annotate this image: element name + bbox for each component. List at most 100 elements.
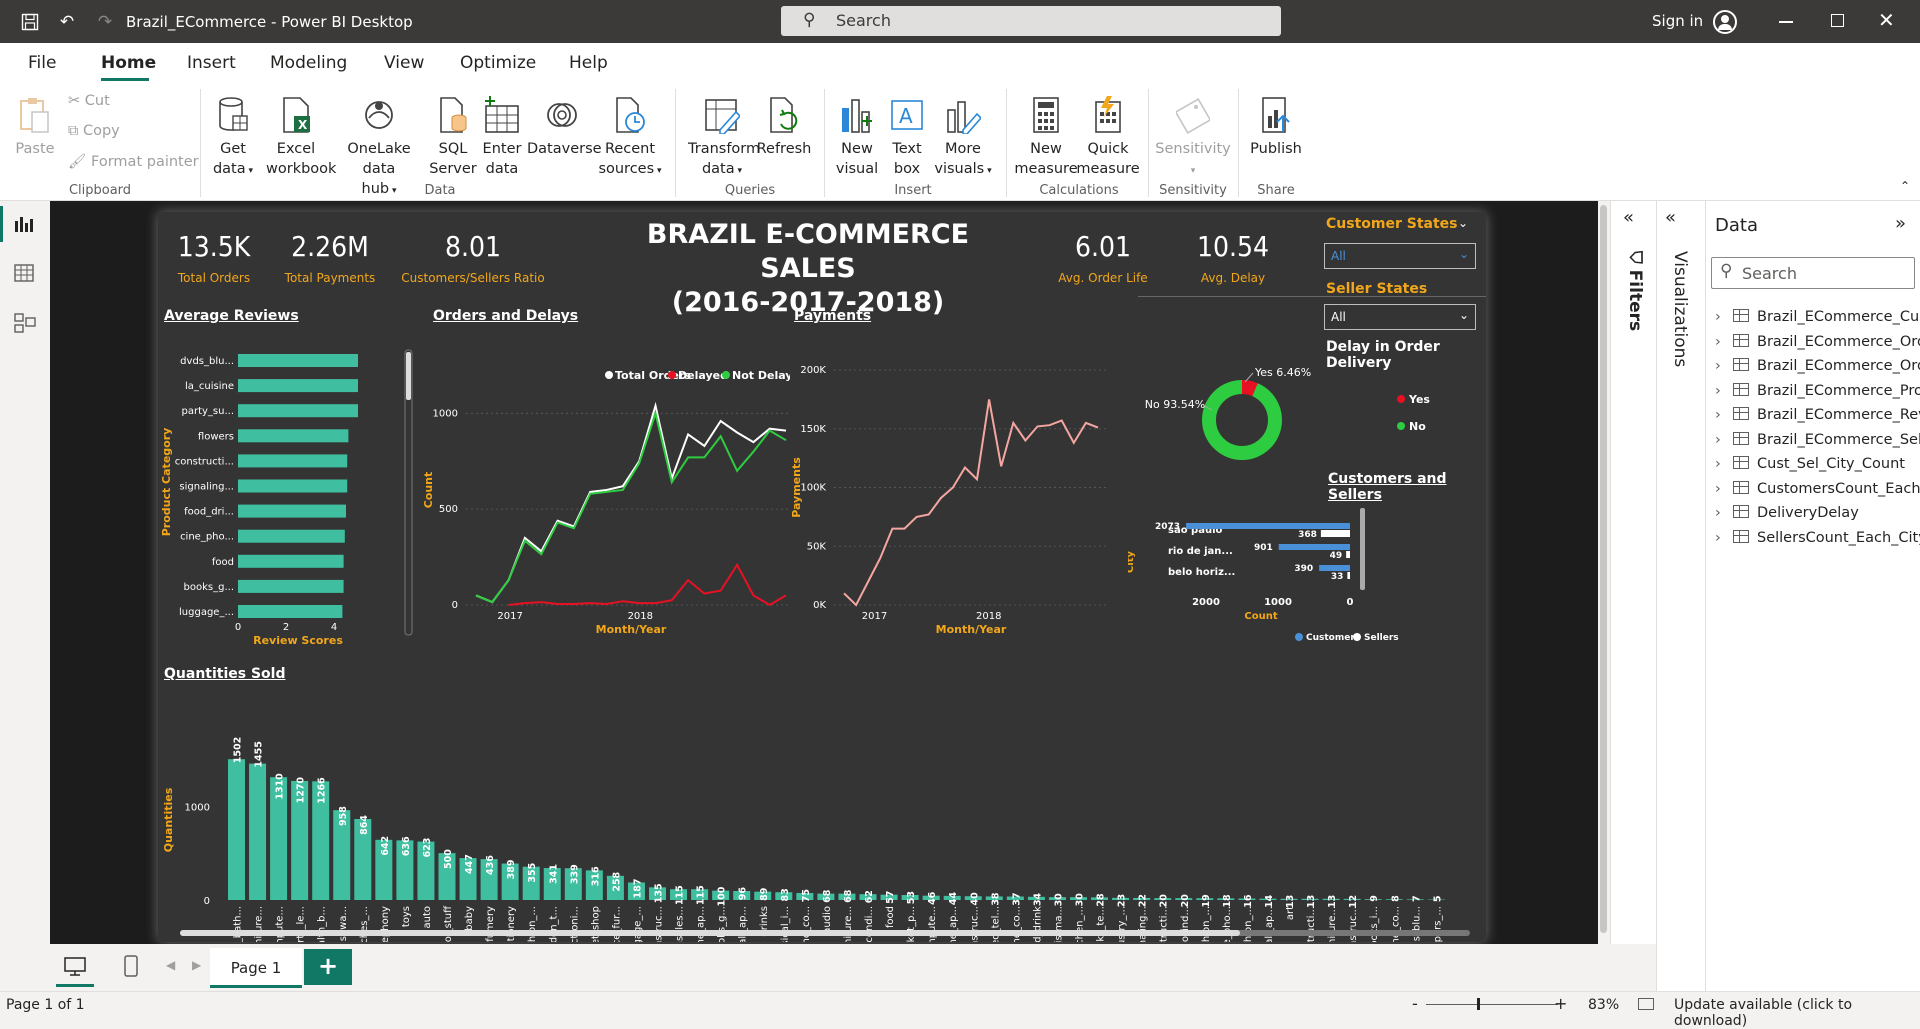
format-painter-button[interactable]: 🖌 Format painter [68, 153, 199, 170]
excel-workbook-button[interactable]: X Excelworkbook [266, 95, 326, 179]
category-label: luggage_... [632, 906, 643, 942]
refresh-button[interactable]: Refresh [756, 95, 812, 159]
search-input[interactable]: ⚲ Search [781, 6, 1281, 36]
orders-delays-chart[interactable]: 0500100020172018Month/YearCountTotal Ord… [420, 330, 790, 662]
save-icon[interactable] [18, 10, 42, 34]
get-data-button[interactable]: Getdata ▾ [208, 95, 258, 181]
data-label: 389 [506, 860, 517, 880]
data-label: 864 [359, 815, 370, 835]
recent-sources-button[interactable]: Recentsources ▾ [598, 95, 662, 181]
text-box-button[interactable]: A Textbox [884, 95, 930, 179]
collapse-ribbon-icon[interactable]: ⌃ [1900, 179, 1910, 193]
menu-file[interactable]: File [28, 53, 56, 73]
y-tick-label: 200K [800, 365, 826, 376]
data-label: 89 [759, 888, 770, 901]
undo-icon[interactable]: ↶ [55, 10, 79, 34]
data-label: 9 [1369, 895, 1380, 902]
update-available-link[interactable]: Update available (click to download) [1674, 997, 1920, 1029]
prev-page-icon[interactable]: ◀ [166, 958, 175, 972]
data-field-table[interactable]: ›Brazil_ECommerce_Pro... [1715, 383, 1920, 399]
new-visual-button[interactable]: Newvisual [832, 95, 882, 179]
filters-pane-collapsed[interactable]: « ⛉ Filters [1610, 201, 1656, 944]
restore-icon[interactable] [1831, 14, 1844, 27]
collapse-data-pane-icon[interactable]: » [1895, 213, 1906, 234]
transform-icon [703, 95, 741, 135]
category-label: auto [422, 906, 433, 929]
zoom-out-button[interactable]: - [1412, 994, 1418, 1013]
category-label: watches_... [359, 906, 370, 942]
customer-states-dropdown[interactable]: All⌄ [1324, 243, 1476, 269]
data-field-table[interactable]: ›SellersCount_Each_City [1715, 530, 1920, 546]
cut-button[interactable]: ✂ Cut [68, 93, 110, 109]
data-field-table[interactable]: ›Brazil_ECommerce_Revi... [1715, 407, 1920, 423]
fit-to-page-icon[interactable] [1638, 998, 1654, 1010]
report-view-icon[interactable] [14, 215, 34, 237]
data-field-table[interactable]: ›CustomersCount_Each_... [1715, 481, 1920, 497]
data-field-table[interactable]: ›Cust_Sel_City_Count [1715, 456, 1905, 472]
redo-icon[interactable]: ↷ [93, 10, 117, 34]
ribbon: Paste ✂ Cut ⧉ Copy 🖌 Format painter Clip… [0, 83, 1920, 201]
expand-filters-icon[interactable]: « [1623, 207, 1634, 228]
group-label-insert: Insert [873, 183, 953, 198]
sellers-bar [1321, 530, 1350, 537]
zoom-slider[interactable] [1426, 1004, 1558, 1005]
sign-in-button[interactable]: Sign in [1652, 12, 1703, 30]
new-measure-button[interactable]: Newmeasure [1014, 95, 1078, 179]
expand-visualizations-icon[interactable]: « [1665, 207, 1676, 228]
category-label: electroni... [569, 906, 580, 942]
seller-states-dropdown[interactable]: All⌄ [1324, 304, 1476, 330]
zoom-in-button[interactable]: + [1554, 994, 1567, 1013]
customers-bar [1186, 523, 1350, 529]
payments-chart[interactable]: 0K50K100K150K200K20172018Month/YearPayme… [788, 330, 1128, 662]
data-field-table[interactable]: ›DeliveryDelay [1715, 505, 1859, 521]
more-visuals-button[interactable]: Morevisuals ▾ [930, 95, 996, 181]
data-label: 49 [1330, 551, 1343, 561]
delay-donut-chart[interactable]: Yes 6.46%No 93.54%YesNo [1128, 357, 1486, 467]
zoom-slider-thumb[interactable] [1477, 998, 1480, 1010]
data-field-table[interactable]: ›Brazil_ECommerce_Cus... [1715, 309, 1920, 325]
scroll-thumb[interactable] [1600, 205, 1607, 933]
copy-button[interactable]: ⧉ Copy [68, 123, 120, 139]
data-field-table[interactable]: ›Brazil_ECommerce_Sell... [1715, 432, 1920, 448]
canvas-scrollbar[interactable] [1598, 201, 1610, 944]
desktop-layout-icon[interactable] [64, 957, 86, 981]
enter-data-button[interactable]: Enterdata [480, 95, 524, 179]
y-tick-label: 150K [800, 424, 826, 435]
paste-button[interactable]: Paste [12, 95, 58, 159]
sensitivity-button[interactable]: Sensitivity▾ [1152, 95, 1234, 181]
model-view-icon[interactable] [14, 313, 36, 337]
transform-data-button[interactable]: Transformdata ▾ [688, 95, 756, 181]
data-field-table[interactable]: ›Brazil_ECommerce_Ord... [1715, 334, 1920, 350]
add-page-button[interactable]: + [304, 949, 352, 985]
close-icon[interactable]: ✕ [1878, 8, 1895, 32]
menu-help[interactable]: Help [569, 53, 608, 73]
quick-measure-button[interactable]: Quickmeasure [1076, 95, 1140, 179]
data-label: 68 [843, 889, 854, 903]
review-bar [238, 555, 344, 568]
dataverse-button[interactable]: Dataverse [527, 95, 597, 159]
table-view-icon[interactable] [14, 264, 34, 286]
minimize-icon[interactable] [1779, 21, 1793, 23]
mobile-layout-icon[interactable] [124, 955, 138, 981]
page-tab-1[interactable]: Page 1 [210, 948, 302, 988]
onelake-icon [360, 95, 398, 135]
data-search-input[interactable]: ⚲ Search [1711, 257, 1915, 289]
data-label: 62 [864, 890, 875, 903]
data-field-table[interactable]: ›Brazil_ECommerce_Ord... [1715, 358, 1920, 374]
account-icon[interactable] [1713, 10, 1737, 34]
sql-server-button[interactable]: SQLServer [428, 95, 478, 179]
next-page-icon[interactable]: ▶ [192, 958, 201, 972]
menu-optimize[interactable]: Optimize [460, 53, 536, 73]
customers-sellers-chart[interactable]: sao paulo2073368rio de jan...90149belo h… [1128, 492, 1486, 652]
menu-home[interactable]: Home [101, 53, 156, 73]
publish-button[interactable]: Publish [1248, 95, 1304, 159]
menu-insert[interactable]: Insert [187, 53, 236, 73]
quantities-chart[interactable]: 01000Quantities1502bed_bath...1455furnit… [158, 682, 1486, 942]
review-bar [238, 505, 346, 518]
reviews-chart[interactable]: dvds_blu...la_cuisineparty_su...flowersc… [158, 332, 418, 662]
menu-modeling[interactable]: Modeling [270, 53, 347, 73]
data-label: 16 [1243, 894, 1254, 908]
data-label: 2073 [1155, 522, 1180, 532]
slicer-collapse-icon[interactable]: ⌄ [1458, 216, 1468, 230]
menu-view[interactable]: View [384, 53, 424, 73]
